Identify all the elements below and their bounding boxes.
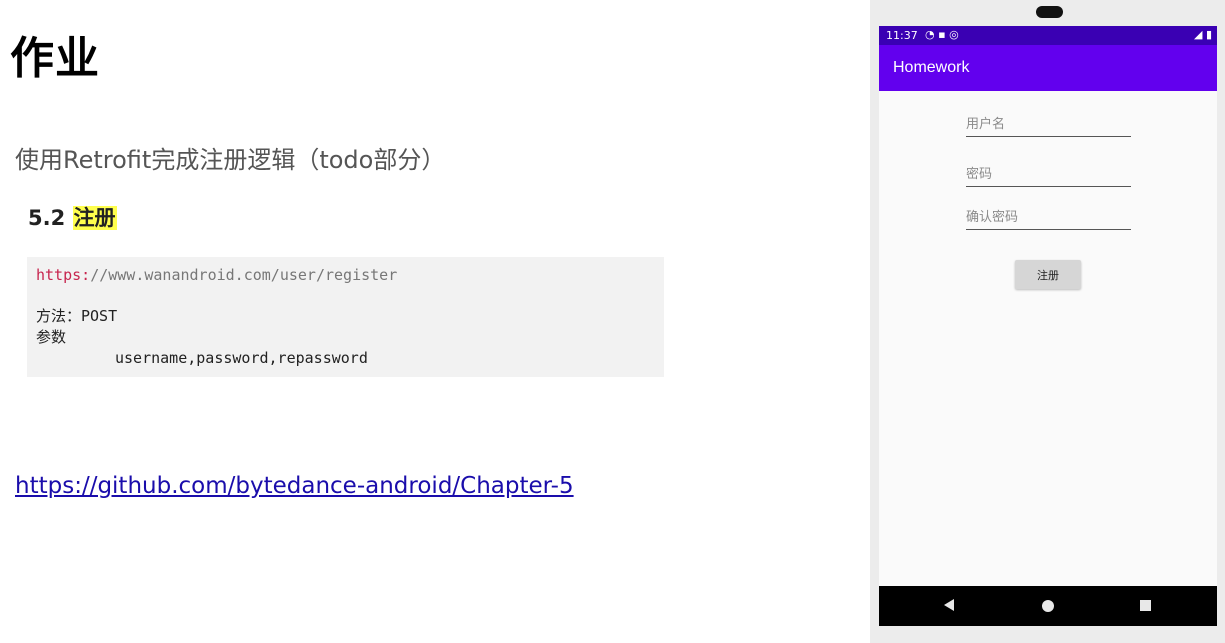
code-params-label: 参数: [36, 328, 67, 346]
username-input[interactable]: [966, 112, 1131, 137]
slide-title: 作业: [10, 33, 100, 84]
camera-notch: [1036, 6, 1063, 18]
signal-icon: ◢: [1193, 28, 1203, 41]
register-button[interactable]: 注册: [1015, 260, 1081, 289]
sync-icon: ◎: [949, 28, 959, 41]
code-url-path: //www.wanandroid.com/user/register: [90, 266, 398, 284]
recents-icon[interactable]: [1140, 600, 1151, 611]
code-method-line: 方法：POST: [36, 307, 118, 325]
status-left-icons: ◔ ▪ ◎: [925, 28, 959, 41]
code-url-protocol: https:: [36, 266, 91, 284]
wifi-icon: ◔: [925, 28, 935, 41]
nav-bar: [879, 586, 1217, 626]
status-bar: 11:37 ◔ ▪ ◎ ◢ ▮: [879, 26, 1217, 45]
section-number: 5.2: [28, 206, 66, 230]
slide-subtitle: 使用Retrofit完成注册逻辑（todo部分）: [15, 146, 446, 174]
code-url-line: https://www.wanandroid.com/user/register: [36, 265, 655, 286]
password-input[interactable]: [966, 162, 1131, 187]
app-bar: Homework: [879, 45, 1217, 91]
confirm-password-input[interactable]: [966, 205, 1131, 230]
code-block: https://www.wanandroid.com/user/register…: [27, 257, 664, 377]
phone-screen: 11:37 ◔ ▪ ◎ ◢ ▮ Homework 注册: [879, 26, 1217, 626]
phone-frame: 11:37 ◔ ▪ ◎ ◢ ▮ Homework 注册: [870, 0, 1225, 643]
status-right-icons: ◢ ▮: [1194, 28, 1212, 41]
code-params-value: username,password,repassword: [115, 349, 368, 367]
battery-icon: ▮: [1205, 28, 1212, 41]
repo-link[interactable]: https://github.com/bytedance-android/Cha…: [15, 473, 574, 499]
home-icon[interactable]: [1042, 600, 1054, 612]
section-heading: 5.2 注册: [28, 202, 117, 232]
app-title: Homework: [893, 59, 970, 76]
status-time: 11:37: [886, 29, 918, 42]
section-title-highlight: 注册: [72, 206, 117, 230]
lock-icon: ▪: [938, 28, 946, 41]
back-icon[interactable]: [944, 599, 954, 611]
